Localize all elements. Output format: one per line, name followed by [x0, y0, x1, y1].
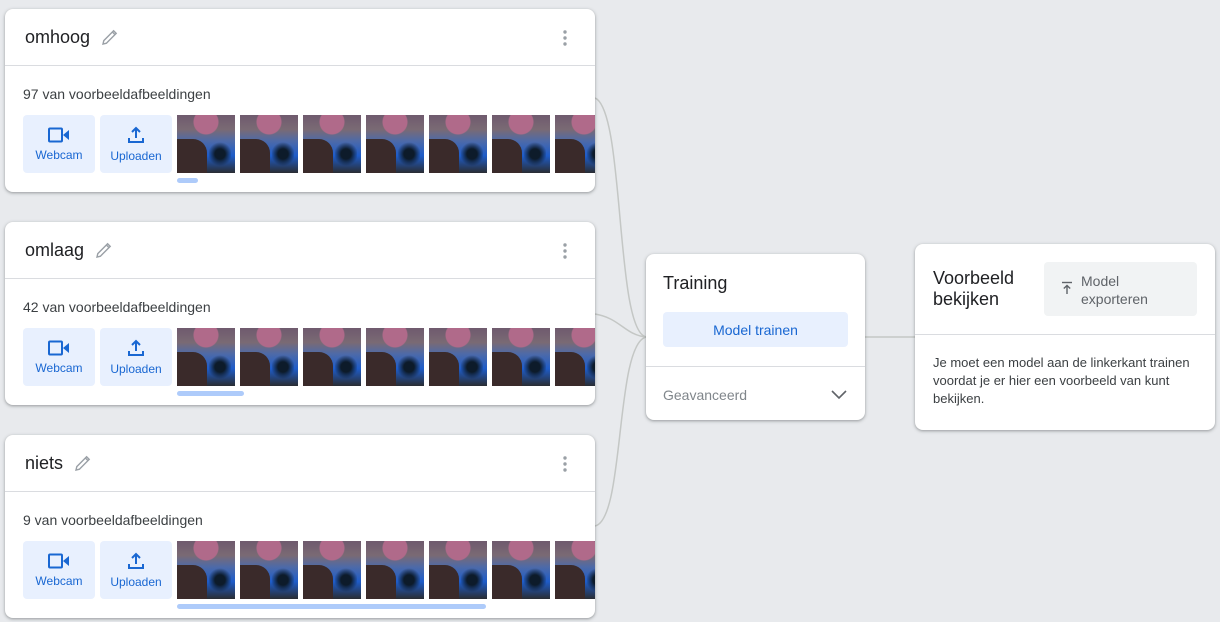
training-card: Training Model trainen Geavanceerd [646, 254, 865, 420]
chevron-down-icon[interactable] [829, 384, 849, 404]
upload-icon [128, 126, 144, 143]
sample-thumbnail[interactable] [429, 115, 487, 173]
class-name[interactable]: omlaag [25, 240, 84, 261]
sample-thumbnail[interactable] [492, 115, 550, 173]
sample-thumbnail[interactable] [366, 115, 424, 173]
webcam-label: Webcam [35, 360, 83, 375]
sample-thumbnail[interactable] [303, 328, 361, 386]
more-vert-icon[interactable] [555, 241, 575, 261]
class-card-omhoog: omhoog 97 van voorbeeldafbeeldingen Webc… [5, 9, 595, 192]
upload-label: Uploaden [110, 148, 162, 163]
training-title: Training [663, 273, 728, 293]
sample-thumbnail[interactable] [366, 328, 424, 386]
upload-button[interactable]: Uploaden [100, 541, 172, 599]
class-card-header: omlaag [5, 222, 595, 279]
thumbnail-scrollbar[interactable] [177, 391, 244, 396]
upload-button[interactable]: Uploaden [100, 115, 172, 173]
pencil-icon[interactable] [94, 240, 114, 260]
upload-icon [128, 339, 144, 356]
export-model-button[interactable]: Model exporteren [1044, 262, 1197, 316]
sample-thumbnail[interactable] [429, 328, 487, 386]
class-card-header: omhoog [5, 9, 595, 66]
more-vert-icon[interactable] [555, 28, 575, 48]
export-icon [1062, 281, 1072, 294]
sample-thumbnail[interactable] [492, 541, 550, 599]
upload-icon [128, 552, 144, 569]
sample-thumbnail[interactable] [240, 328, 298, 386]
sample-thumbnail[interactable] [177, 541, 235, 599]
preview-message: Je moet een model aan de linkerkant trai… [933, 355, 1190, 406]
videocam-icon [48, 553, 69, 568]
videocam-icon [48, 340, 69, 355]
divider [915, 334, 1215, 335]
pencil-icon[interactable] [100, 27, 120, 47]
upload-label: Uploaden [110, 574, 162, 589]
webcam-button[interactable]: Webcam [23, 328, 95, 386]
upload-label: Uploaden [110, 361, 162, 376]
sample-thumbnail[interactable] [366, 541, 424, 599]
videocam-icon [48, 127, 69, 142]
sample-thumbnail[interactable] [177, 115, 235, 173]
sample-thumbnail[interactable] [492, 328, 550, 386]
class-name[interactable]: niets [25, 453, 63, 474]
class-card-niets: niets 9 van voorbeeldafbeeldingen Webcam… [5, 435, 595, 618]
export-label: Model exporteren [1081, 273, 1148, 307]
sample-thumbnails [177, 115, 595, 173]
webcam-button[interactable]: Webcam [23, 115, 95, 173]
sample-thumbnail[interactable] [429, 541, 487, 599]
sample-thumbnail[interactable] [240, 541, 298, 599]
preview-card: Voorbeeld bekijken Model exporteren Je m… [915, 244, 1215, 430]
pencil-icon[interactable] [73, 453, 93, 473]
preview-title: Voorbeeld bekijken [933, 268, 1015, 309]
sample-thumbnail[interactable] [555, 328, 595, 386]
sample-thumbnail[interactable] [555, 541, 595, 599]
class-card-omlaag: omlaag 42 van voorbeeldafbeeldingen Webc… [5, 222, 595, 405]
sample-thumbnail[interactable] [177, 328, 235, 386]
sample-count: 42 van voorbeeldafbeeldingen [23, 299, 211, 315]
divider [646, 366, 865, 367]
sample-thumbnail[interactable] [303, 115, 361, 173]
class-card-header: niets [5, 435, 595, 492]
train-model-button[interactable]: Model trainen [663, 312, 848, 347]
webcam-button[interactable]: Webcam [23, 541, 95, 599]
sample-count: 97 van voorbeeldafbeeldingen [23, 86, 211, 102]
webcam-label: Webcam [35, 147, 83, 162]
thumbnail-scrollbar[interactable] [177, 604, 486, 609]
class-name[interactable]: omhoog [25, 27, 90, 48]
sample-thumbnails [177, 541, 595, 599]
sample-thumbnail[interactable] [555, 115, 595, 173]
thumbnail-scrollbar[interactable] [177, 178, 198, 183]
sample-count: 9 van voorbeeldafbeeldingen [23, 512, 203, 528]
sample-thumbnail[interactable] [303, 541, 361, 599]
upload-button[interactable]: Uploaden [100, 328, 172, 386]
advanced-toggle-label[interactable]: Geavanceerd [663, 387, 747, 403]
sample-thumbnail[interactable] [240, 115, 298, 173]
more-vert-icon[interactable] [555, 454, 575, 474]
sample-thumbnails [177, 328, 595, 386]
webcam-label: Webcam [35, 573, 83, 588]
